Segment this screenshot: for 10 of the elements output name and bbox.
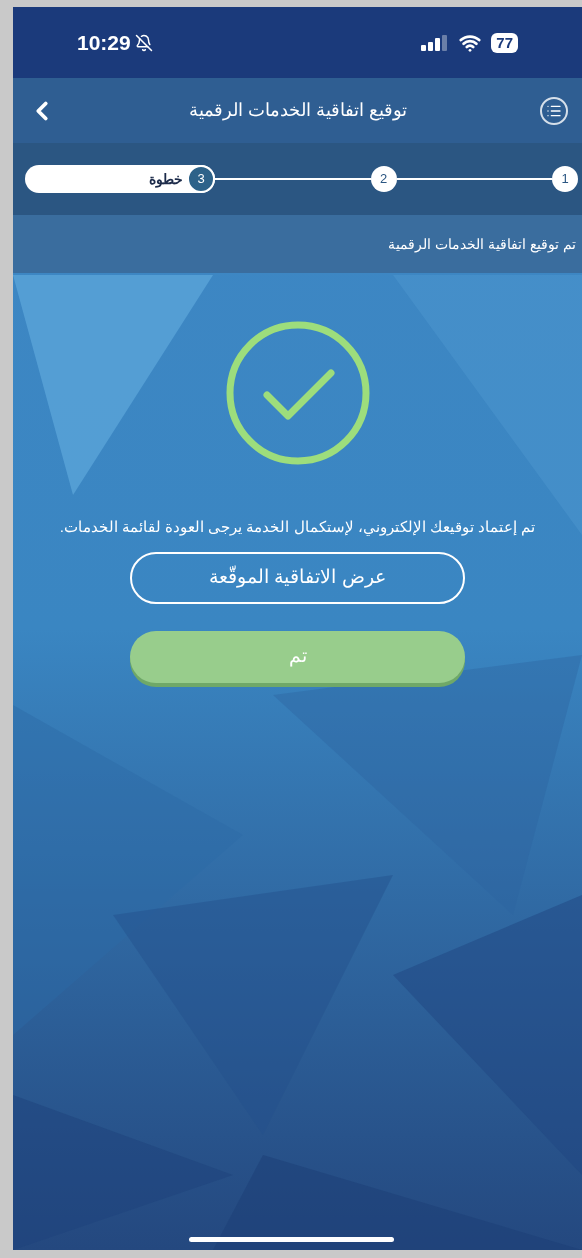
view-agreement-button[interactable]: عرض الاتفاقية الموقّعة [130,551,465,604]
signal-icon [421,34,450,51]
page-title: توقيع اتفاقية الخدمات الرقمية [189,99,408,123]
confirmation-message: تم إعتماد توقيعك الإلكتروني، لإستكمال الخدمة يرجى العودة لقائمة الخدمات. [58,517,537,538]
checkmark-circle-icon [224,320,371,466]
battery-indicator: 77 [491,32,518,53]
menu-icon[interactable] [540,96,568,125]
subtitle: تم توقيع اتفاقية الخدمات الرقمية [388,234,576,255]
bell-off-icon [134,33,153,52]
status-time: 10:29 [77,29,131,56]
